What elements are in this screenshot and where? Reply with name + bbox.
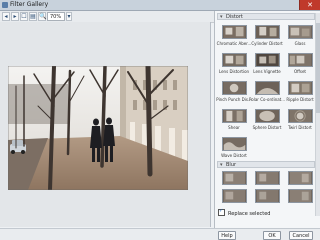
back-button[interactable]: ◂ (2, 12, 10, 21)
app-icon (2, 2, 8, 8)
forward-button[interactable]: ▸ (11, 12, 19, 21)
filter-label: Polar Co-ordinat... (249, 97, 286, 102)
filter-gallery-window: Filter Gallery ✕ ◂ ▸ ☐ ▤ 🔍 70% ▾ ▾ Disto… (0, 0, 320, 240)
filter-thumb[interactable] (255, 25, 280, 39)
help-button[interactable]: Help (218, 231, 236, 240)
chevron-down-icon: ▾ (220, 162, 223, 168)
filter-label: Pinch Punch Dis... (216, 97, 252, 102)
filter-thumb[interactable] (255, 109, 280, 123)
preview-photo (8, 66, 188, 190)
group-blur[interactable]: ▾ Blur (217, 161, 315, 168)
filter-thumb[interactable] (255, 189, 280, 203)
filter-thumb[interactable] (222, 189, 247, 203)
filter-thumb[interactable] (222, 137, 247, 151)
filter-thumb[interactable] (222, 25, 247, 39)
filter-thumb[interactable] (255, 171, 280, 185)
filter-label: Twirl Distort (288, 125, 312, 130)
filter-thumb[interactable] (288, 109, 313, 123)
replace-selected-option[interactable]: Replace selected (218, 208, 271, 217)
title-bar: Filter Gallery ✕ (0, 0, 320, 11)
zoom-icon[interactable]: 🔍 (38, 12, 46, 21)
filter-thumb[interactable] (222, 171, 247, 185)
zoom-value-field[interactable]: 70% (47, 12, 65, 21)
filter-label: Sphere Distort (252, 125, 282, 130)
filter-label: Cylinder Distort (251, 41, 283, 46)
filter-label: Ripple Distort (286, 97, 314, 102)
dialog-button-bar: Help OK Cancel (0, 228, 320, 240)
filter-thumb[interactable] (288, 81, 313, 95)
filter-panel-scrollbar[interactable] (315, 13, 320, 216)
filter-label: Glass (294, 41, 306, 46)
filter-thumb[interactable] (288, 25, 313, 39)
filter-thumb[interactable] (222, 81, 247, 95)
filter-label: Chromatic Aber... (216, 41, 252, 46)
filter-thumb[interactable] (255, 53, 280, 67)
group-distort[interactable]: ▾ Distort (217, 13, 315, 20)
group-label: Distort (226, 14, 243, 20)
fit-view-button[interactable]: ☐ (20, 12, 28, 21)
scrollbar-thumb[interactable] (316, 23, 320, 113)
filter-label: Wave Distort (221, 153, 247, 158)
replace-selected-checkbox[interactable] (218, 208, 225, 216)
filter-label: Offset (293, 69, 307, 74)
filter-thumb[interactable] (255, 81, 280, 95)
filter-thumb[interactable] (222, 109, 247, 123)
zoom-dropdown-icon[interactable]: ▾ (66, 12, 72, 21)
filter-label: Shear (228, 125, 240, 130)
panel-toggle-button[interactable]: ▤ (29, 12, 37, 21)
filter-thumb[interactable] (288, 171, 313, 185)
cancel-button[interactable]: Cancel (289, 231, 313, 240)
filter-thumb[interactable] (222, 53, 247, 67)
filter-label: Lens Vignette (253, 69, 281, 74)
close-button[interactable]: ✕ (299, 0, 320, 10)
filter-label: Lens Distortion (218, 69, 250, 74)
filter-thumb[interactable] (288, 53, 313, 67)
window-title: Filter Gallery (10, 1, 49, 8)
replace-selected-label: Replace selected (228, 211, 271, 217)
ok-button[interactable]: OK (263, 231, 281, 240)
group-label: Blur (226, 162, 237, 168)
preview-canvas[interactable] (0, 22, 211, 227)
filter-thumb[interactable] (288, 189, 313, 203)
filter-panel: ▾ Distort Chromatic Aber... Cylinder Dis… (214, 11, 320, 229)
chevron-down-icon: ▾ (220, 14, 223, 20)
